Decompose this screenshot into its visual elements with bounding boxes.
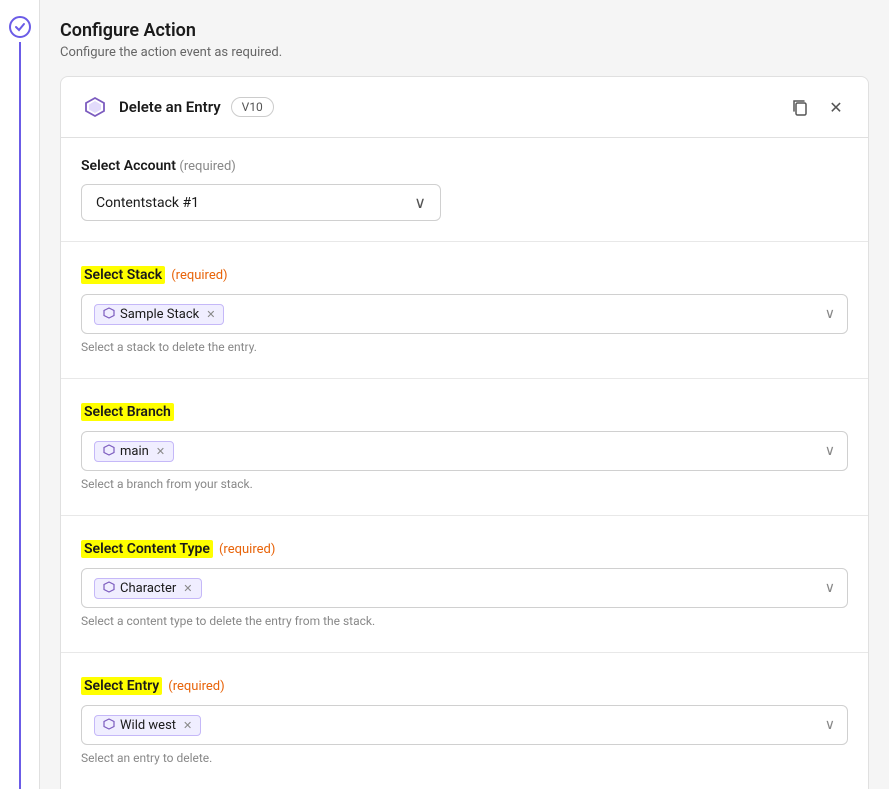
- branch-label-text: Select Branch: [81, 403, 174, 421]
- account-select-dropdown[interactable]: Contentstack #1 ∨: [81, 184, 441, 221]
- branch-hint: Select a branch from your stack.: [81, 477, 848, 491]
- stack-label-text: Select Stack: [81, 266, 165, 284]
- entry-label-text: Select Entry: [81, 677, 162, 695]
- branch-chip-remove[interactable]: ✕: [156, 445, 165, 458]
- content-type-label-text: Select Content Type: [81, 540, 213, 558]
- stack-chip-icon: [103, 307, 115, 322]
- branch-chip-label: main: [120, 444, 149, 459]
- entry-select-left: Wild west ✕: [94, 715, 201, 736]
- close-button[interactable]: ✕: [824, 95, 848, 119]
- content-type-chevron-icon: ∨: [825, 580, 835, 596]
- entry-hint: Select an entry to delete.: [81, 751, 848, 765]
- entry-required-text: (required): [168, 679, 224, 694]
- content-type-section: Select Content Type (required) Character…: [61, 516, 868, 653]
- content-type-hint: Select a content type to delete the entr…: [81, 614, 848, 628]
- action-icon: [81, 93, 109, 121]
- stack-label: Select Stack (required): [81, 266, 848, 284]
- configure-action-card: Delete an Entry V10 ✕ Select Account (: [60, 76, 869, 789]
- account-label: Select Account (required): [81, 158, 848, 174]
- account-selected-value: Contentstack #1: [96, 195, 199, 211]
- content-type-select-left: Character ✕: [94, 578, 202, 599]
- account-required-text: (required): [179, 159, 235, 174]
- branch-label: Select Branch: [81, 403, 848, 421]
- stack-select-dropdown[interactable]: Sample Stack ✕ ∨: [81, 294, 848, 334]
- entry-tag-chip: Wild west ✕: [94, 715, 201, 736]
- stack-chip-label: Sample Stack: [120, 307, 199, 322]
- sidebar: [0, 0, 40, 789]
- account-section: Select Account (required) Contentstack #…: [61, 138, 868, 242]
- card-header: Delete an Entry V10 ✕: [61, 77, 868, 138]
- stack-select-left: Sample Stack ✕: [94, 304, 224, 325]
- branch-section: Select Branch main ✕ ∨ Selec: [61, 379, 868, 516]
- account-chevron-icon: ∨: [414, 193, 426, 212]
- entry-label: Select Entry (required): [81, 677, 848, 695]
- branch-tag-chip: main ✕: [94, 441, 174, 462]
- sidebar-step-indicator: [9, 16, 31, 38]
- branch-select-left: main ✕: [94, 441, 174, 462]
- sidebar-line: [19, 42, 21, 789]
- action-title: Delete an Entry: [119, 98, 221, 116]
- entry-select-dropdown[interactable]: Wild west ✕ ∨: [81, 705, 848, 745]
- branch-chevron-icon: ∨: [825, 443, 835, 459]
- content-type-chip-icon: [103, 581, 115, 596]
- entry-chevron-icon: ∨: [825, 717, 835, 733]
- version-badge: V10: [231, 97, 274, 117]
- content-type-select-dropdown[interactable]: Character ✕ ∨: [81, 568, 848, 608]
- entry-chip-remove[interactable]: ✕: [183, 719, 192, 732]
- main-content: Configure Action Configure the action ev…: [40, 0, 889, 789]
- entry-chip-icon: [103, 718, 115, 733]
- stack-chevron-icon: ∨: [825, 306, 835, 322]
- copy-button[interactable]: [788, 95, 812, 119]
- page-title: Configure Action: [60, 20, 869, 41]
- branch-select-dropdown[interactable]: main ✕ ∨: [81, 431, 848, 471]
- content-type-tag-chip: Character ✕: [94, 578, 202, 599]
- card-header-right: ✕: [788, 95, 848, 119]
- stack-hint: Select a stack to delete the entry.: [81, 340, 848, 354]
- content-type-label: Select Content Type (required): [81, 540, 848, 558]
- stack-tag-chip: Sample Stack ✕: [94, 304, 224, 325]
- stack-section: Select Stack (required) Sample Stack ✕: [61, 242, 868, 379]
- content-type-chip-label: Character: [120, 581, 176, 596]
- content-type-required-text: (required): [219, 542, 275, 557]
- entry-chip-label: Wild west: [120, 718, 176, 733]
- entry-section: Select Entry (required) Wild west ✕: [61, 653, 868, 789]
- branch-chip-icon: [103, 444, 115, 459]
- page-subtitle: Configure the action event as required.: [60, 45, 869, 60]
- content-type-chip-remove[interactable]: ✕: [183, 582, 192, 595]
- stack-chip-remove[interactable]: ✕: [206, 308, 215, 321]
- page-header: Configure Action Configure the action ev…: [60, 20, 869, 60]
- card-header-left: Delete an Entry V10: [81, 93, 274, 121]
- stack-required-text: (required): [171, 268, 227, 283]
